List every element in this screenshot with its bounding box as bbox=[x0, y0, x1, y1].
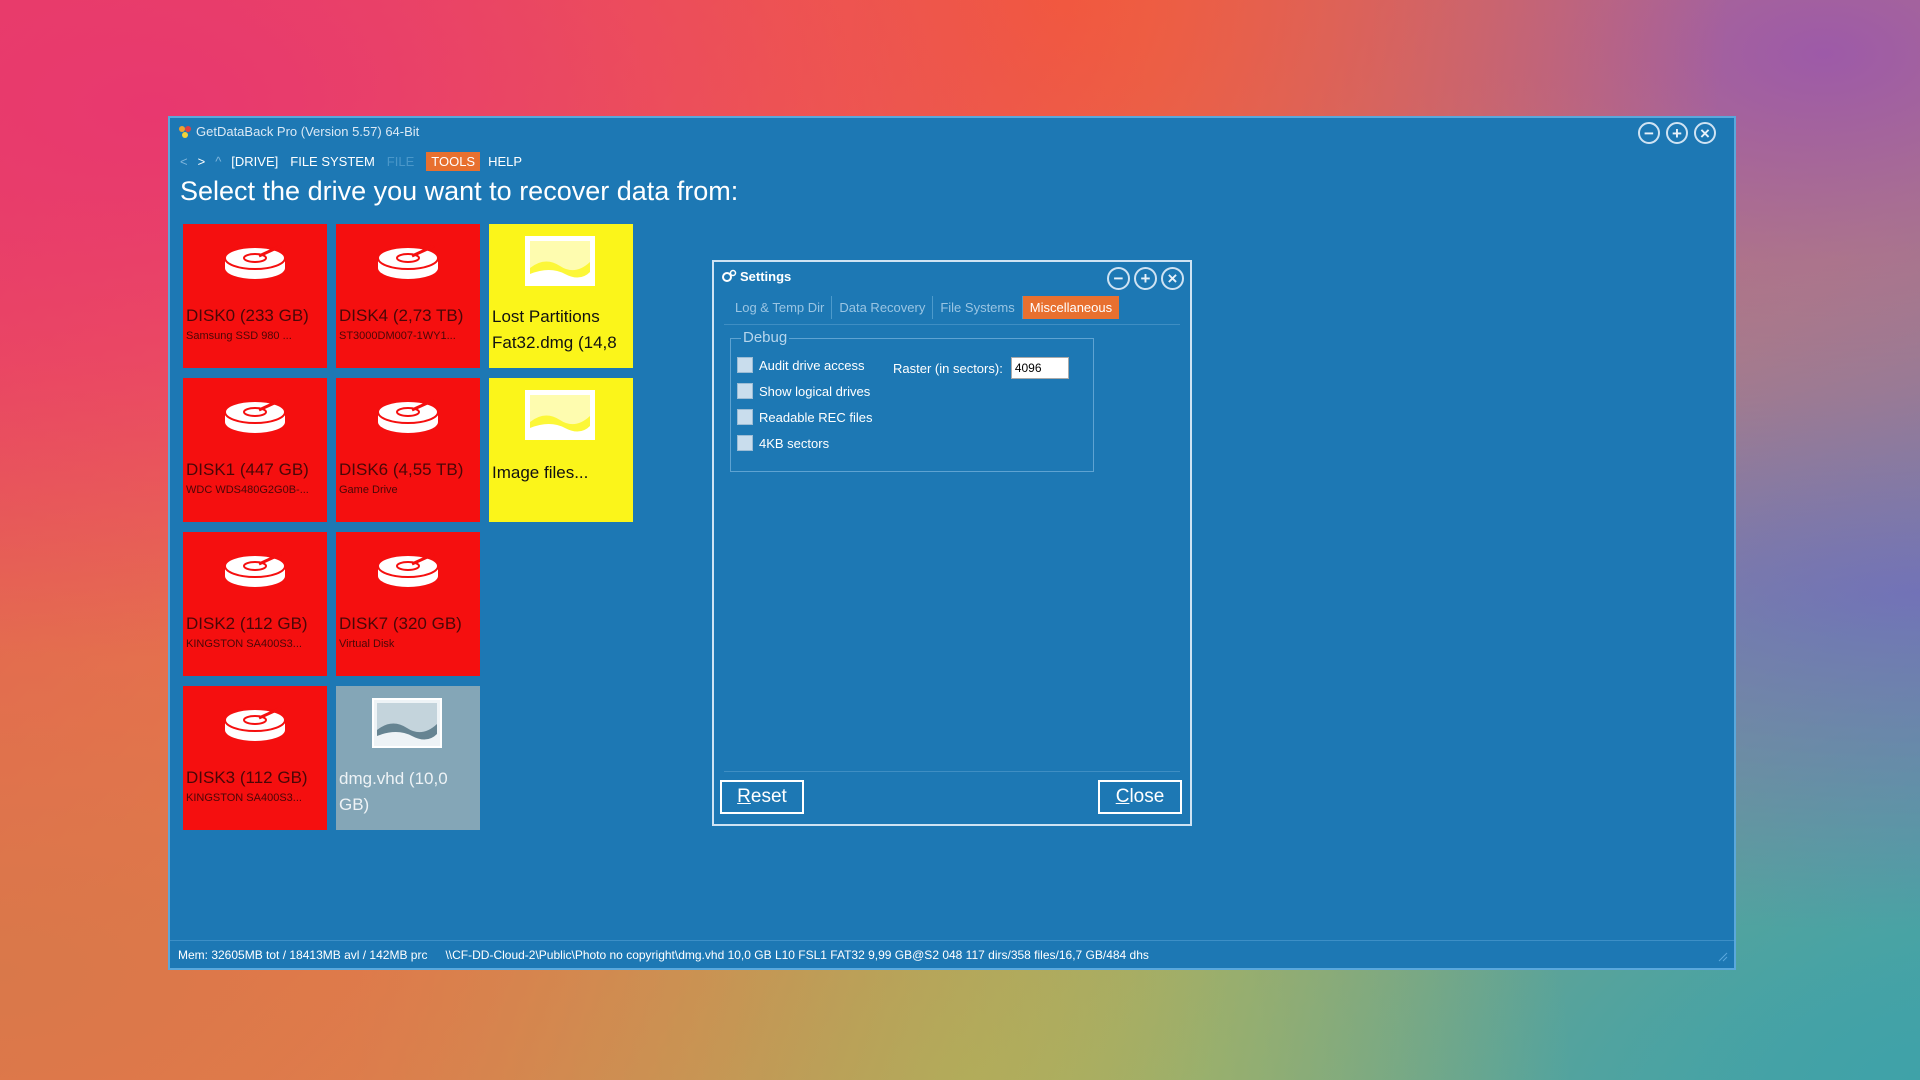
menu-file[interactable]: FILE bbox=[387, 154, 414, 169]
raster-label: Raster (in sectors): bbox=[893, 360, 1003, 376]
close-button[interactable]: × bbox=[1694, 122, 1716, 144]
hard-drive-icon bbox=[377, 244, 439, 279]
drive-tile-disk4[interactable]: DISK4 (2,73 TB) ST3000DM007-1WY1... bbox=[336, 224, 480, 368]
close-dialog-button[interactable]: Close bbox=[1098, 780, 1182, 814]
image-tile-dmg-vhd[interactable]: dmg.vhd (10,0 GB) bbox=[336, 686, 480, 830]
image-tile-image-files[interactable]: Image files... bbox=[489, 378, 633, 522]
4kb-sectors-checkbox[interactable] bbox=[737, 435, 753, 451]
status-bar: Mem: 32605MB tot / 18413MB avl / 142MB p… bbox=[170, 940, 1734, 968]
hard-drive-icon bbox=[224, 398, 286, 433]
hard-drive-icon bbox=[224, 706, 286, 741]
raster-setting: Raster (in sectors): bbox=[893, 357, 1069, 379]
drive-model: Virtual Disk bbox=[339, 638, 395, 650]
checkbox-label: Readable REC files bbox=[759, 409, 873, 425]
checkbox-label: Audit drive access bbox=[759, 357, 865, 373]
drive-tile-disk1[interactable]: DISK1 (447 GB) WDC WDS480G2G0B-... bbox=[183, 378, 327, 522]
dialog-maximize-button[interactable]: + bbox=[1134, 267, 1157, 290]
hard-drive-icon bbox=[224, 552, 286, 587]
readable-rec-files-checkbox[interactable] bbox=[737, 409, 753, 425]
menu-file-system[interactable]: FILE SYSTEM bbox=[290, 154, 375, 169]
drive-tile-disk2[interactable]: DISK2 (112 GB) KINGSTON SA400S3... bbox=[183, 532, 327, 676]
menu-drive[interactable]: [DRIVE] bbox=[231, 154, 278, 169]
window-title: GetDataBack Pro (Version 5.57) 64-Bit bbox=[196, 124, 420, 139]
tab-data-recovery[interactable]: Data Recovery bbox=[832, 296, 934, 319]
memory-status: Mem: 32605MB tot / 18413MB avl / 142MB p… bbox=[178, 947, 428, 962]
resize-grip-icon[interactable] bbox=[1718, 952, 1728, 962]
image-file-icon bbox=[525, 390, 595, 440]
tab-miscellaneous[interactable]: Miscellaneous bbox=[1022, 296, 1120, 319]
readable-rec-files-option[interactable]: Readable REC files bbox=[737, 409, 872, 425]
drive-name: DISK4 (2,73 TB) bbox=[339, 306, 464, 325]
drive-model: KINGSTON SA400S3... bbox=[186, 792, 302, 804]
reset-label: eset bbox=[750, 786, 787, 807]
menu-help[interactable]: HELP bbox=[488, 154, 522, 169]
selected-path-status: \\CF-DD-Cloud-2\Public\Photo no copyrigh… bbox=[445, 947, 1149, 962]
dialog-title: Settings bbox=[740, 269, 792, 284]
hard-drive-icon bbox=[377, 552, 439, 587]
drive-tile-disk6[interactable]: DISK6 (4,55 TB) Game Drive bbox=[336, 378, 480, 522]
reset-button[interactable]: Reset bbox=[720, 780, 804, 814]
audit-drive-access-option[interactable]: Audit drive access bbox=[737, 357, 865, 373]
image-name: Lost Partitions Fat32.dmg (14,8 bbox=[492, 307, 617, 352]
forward-arrow-icon[interactable]: > bbox=[198, 154, 206, 169]
app-logo-icon bbox=[179, 126, 191, 138]
maximize-button[interactable]: + bbox=[1666, 122, 1688, 144]
drive-tile-disk0[interactable]: DISK0 (233 GB) Samsung SSD 980 ... bbox=[183, 224, 327, 368]
image-name: dmg.vhd (10,0 GB) bbox=[339, 769, 448, 814]
tab-divider bbox=[724, 324, 1180, 325]
checkbox-label: 4KB sectors bbox=[759, 435, 830, 451]
menu-tools[interactable]: TOOLS bbox=[426, 151, 481, 171]
close-label: lose bbox=[1129, 786, 1165, 807]
up-arrow-icon[interactable]: ^ bbox=[215, 154, 221, 169]
drive-tile-disk3[interactable]: DISK3 (112 GB) KINGSTON SA400S3... bbox=[183, 686, 327, 830]
drive-model: WDC WDS480G2G0B-... bbox=[186, 484, 309, 496]
title-bar[interactable]: GetDataBack Pro (Version 5.57) 64-Bit − … bbox=[170, 118, 1734, 146]
image-name: Image files... bbox=[492, 463, 589, 482]
drive-model: KINGSTON SA400S3... bbox=[186, 638, 302, 650]
minimize-button[interactable]: − bbox=[1638, 122, 1660, 144]
tab-file-systems[interactable]: File Systems bbox=[933, 296, 1023, 319]
drive-model: ST3000DM007-1WY1... bbox=[339, 330, 456, 342]
dialog-minimize-button[interactable]: − bbox=[1107, 267, 1130, 290]
image-file-icon bbox=[372, 698, 442, 748]
audit-drive-access-checkbox[interactable] bbox=[737, 357, 753, 373]
image-tile-lost-partitions[interactable]: Lost Partitions Fat32.dmg (14,8 bbox=[489, 224, 633, 368]
tab-log-temp-dir[interactable]: Log & Temp Dir bbox=[728, 296, 833, 319]
drive-model: Game Drive bbox=[339, 484, 398, 496]
image-file-icon bbox=[525, 236, 595, 286]
debug-group: Debug Audit drive access Raster (in sect… bbox=[730, 329, 1094, 472]
drive-tile-disk7[interactable]: DISK7 (320 GB) Virtual Disk bbox=[336, 532, 480, 676]
dialog-close-button[interactable]: × bbox=[1161, 267, 1184, 290]
back-arrow-icon[interactable]: < bbox=[180, 154, 188, 169]
page-heading: Select the drive you want to recover dat… bbox=[180, 176, 739, 206]
drive-name: DISK6 (4,55 TB) bbox=[339, 460, 464, 479]
gears-icon bbox=[722, 269, 737, 282]
drive-name: DISK3 (112 GB) bbox=[186, 768, 308, 787]
drive-model: Samsung SSD 980 ... bbox=[186, 330, 292, 342]
reset-accelerator: R bbox=[737, 786, 751, 807]
checkbox-label: Show logical drives bbox=[759, 383, 871, 399]
drive-name: DISK2 (112 GB) bbox=[186, 614, 308, 633]
hard-drive-icon bbox=[224, 244, 286, 279]
dialog-footer-divider bbox=[724, 771, 1180, 772]
show-logical-drives-checkbox[interactable] bbox=[737, 383, 753, 399]
show-logical-drives-option[interactable]: Show logical drives bbox=[737, 383, 870, 399]
settings-tabs: Log & Temp Dir Data Recovery File System… bbox=[728, 296, 1120, 319]
hard-drive-icon bbox=[377, 398, 439, 433]
drive-name: DISK1 (447 GB) bbox=[186, 460, 309, 479]
drive-name: DISK7 (320 GB) bbox=[339, 614, 462, 633]
4kb-sectors-option[interactable]: 4KB sectors bbox=[737, 435, 829, 451]
debug-group-label: Debug bbox=[741, 329, 790, 346]
menu-bar: < > ^ [DRIVE] FILE SYSTEM FILE TOOLS HEL… bbox=[180, 151, 534, 171]
settings-dialog: Settings − + × Log & Temp Dir Data Recov… bbox=[712, 260, 1192, 826]
close-accelerator: C bbox=[1115, 786, 1130, 807]
raster-input[interactable] bbox=[1010, 357, 1069, 379]
drive-name: DISK0 (233 GB) bbox=[186, 306, 309, 325]
